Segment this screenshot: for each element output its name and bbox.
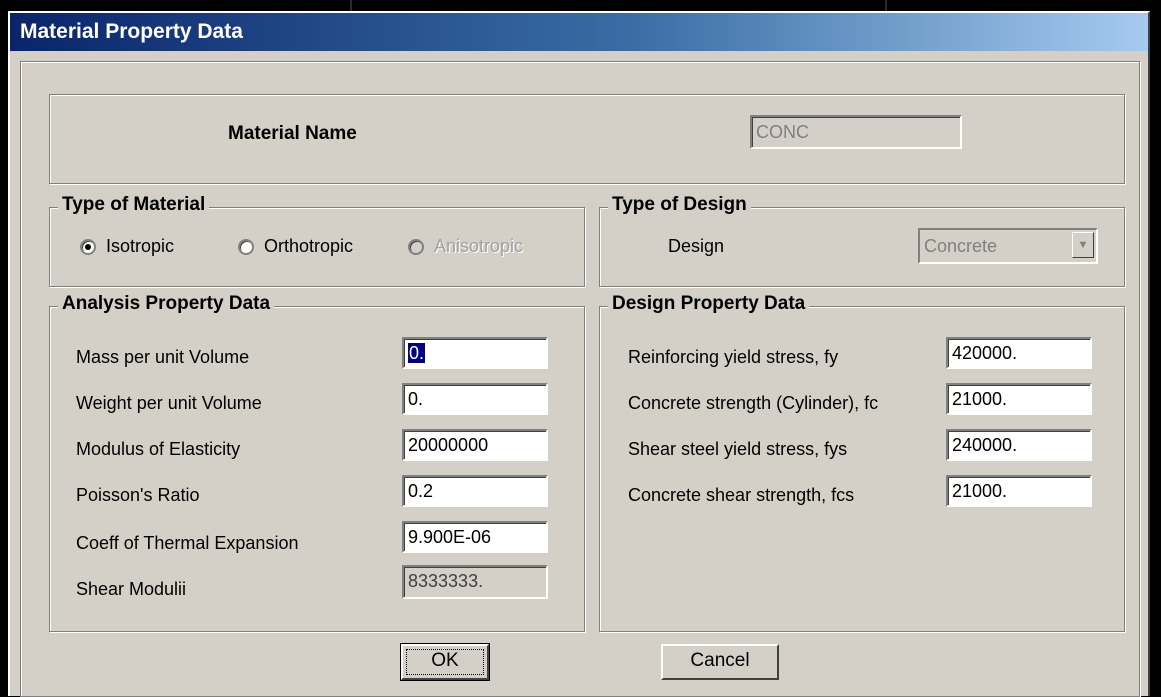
concrete-strength-label: Concrete strength (Cylinder), fc	[628, 393, 879, 413]
thermal-expansion-label: Coeff of Thermal Expansion	[76, 533, 299, 553]
analysis-property-group: Analysis Property Data Mass per unit Vol…	[49, 293, 585, 632]
concrete-shear-strength-label: Concrete shear strength, fcs	[628, 485, 855, 505]
material-property-dialog: Material Property Data Material Name CON…	[8, 11, 1150, 697]
design-combo-value: Concrete	[924, 236, 998, 256]
weight-per-unit-volume-field[interactable]: 0.	[402, 383, 548, 415]
dialog-client: Material Name CONC Type of Material Isot…	[20, 61, 1140, 697]
isotropic-radio[interactable]: Isotropic	[80, 234, 230, 260]
radio-dot	[85, 244, 91, 250]
mass-per-unit-volume-label: Mass per unit Volume	[76, 347, 250, 367]
concrete-shear-strength-field[interactable]: 21000.	[946, 475, 1092, 507]
isotropic-label: Isotropic	[106, 236, 175, 256]
thermal-expansion-field[interactable]: 9.900E-06	[402, 521, 548, 553]
ok-button-label: OK	[431, 650, 459, 671]
material-name-field: CONC	[750, 115, 962, 149]
modulus-of-elasticity-label: Modulus of Elasticity	[76, 439, 241, 459]
poissons-ratio-label: Poisson's Ratio	[76, 485, 200, 505]
type-of-design-group: Type of Design Design Concrete ▼	[599, 194, 1125, 287]
orthotropic-label: Orthotropic	[264, 236, 354, 256]
dialog-title[interactable]: Material Property Data	[10, 13, 1148, 51]
orthotropic-radio[interactable]: Orthotropic	[238, 234, 388, 260]
shear-modulii-field: 8333333.	[402, 565, 548, 599]
anisotropic-radio-circle	[408, 239, 424, 255]
design-property-group: Design Property Data Reinforcing yield s…	[599, 293, 1125, 632]
anisotropic-label: Anisotropic	[434, 236, 524, 256]
mass-per-unit-volume-field[interactable]: 0.	[402, 337, 548, 369]
type-of-design-legend: Type of Design	[608, 194, 751, 216]
background-line	[350, 0, 352, 11]
shear-modulii-label: Shear Modulii	[76, 579, 187, 599]
reinforcing-yield-stress-label: Reinforcing yield stress, fy	[628, 347, 839, 367]
modulus-of-elasticity-field[interactable]: 20000000	[402, 429, 548, 461]
type-of-material-group: Type of Material Isotropic Orthotropic A…	[49, 194, 585, 287]
weight-per-unit-volume-label: Weight per unit Volume	[76, 393, 262, 413]
concrete-strength-field[interactable]: 21000.	[946, 383, 1092, 415]
isotropic-radio-circle[interactable]	[80, 239, 96, 255]
analysis-property-legend: Analysis Property Data	[58, 293, 275, 315]
reinforcing-yield-stress-field[interactable]: 420000.	[946, 337, 1092, 369]
ok-button[interactable]: OK	[400, 643, 490, 681]
shear-steel-yield-stress-label: Shear steel yield stress, fys	[628, 439, 848, 459]
type-of-material-legend: Type of Material	[58, 194, 210, 216]
shear-steel-yield-stress-field[interactable]: 240000.	[946, 429, 1092, 461]
design-combo: Concrete ▼	[918, 228, 1098, 264]
mass-per-unit-volume-value: 0.	[408, 343, 426, 363]
material-name-box: Material Name CONC	[49, 94, 1125, 184]
material-name-label: Material Name	[228, 123, 357, 144]
design-label: Design	[668, 236, 725, 256]
design-property-legend: Design Property Data	[608, 293, 810, 315]
anisotropic-radio: Anisotropic	[408, 234, 568, 260]
cancel-button[interactable]: Cancel	[661, 644, 779, 680]
chevron-down-icon: ▼	[1072, 232, 1094, 258]
cancel-button-label: Cancel	[690, 650, 750, 671]
poissons-ratio-field[interactable]: 0.2	[402, 475, 548, 507]
background-line	[885, 0, 887, 11]
orthotropic-radio-circle[interactable]	[238, 239, 254, 255]
